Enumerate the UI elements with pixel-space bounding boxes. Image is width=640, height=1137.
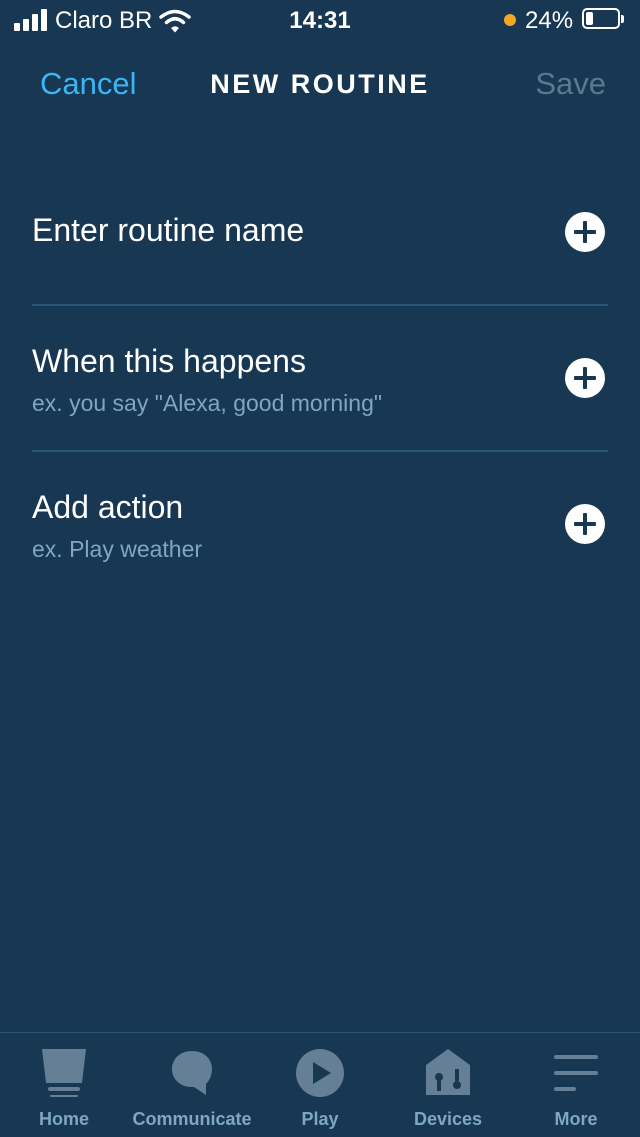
divider — [32, 304, 608, 306]
tab-communicate[interactable]: Communicate — [128, 1033, 256, 1137]
routine-name-row[interactable]: Enter routine name — [32, 212, 608, 272]
tab-devices[interactable]: Devices — [384, 1033, 512, 1137]
tab-home[interactable]: Home — [0, 1033, 128, 1137]
tab-play[interactable]: Play — [256, 1033, 384, 1137]
play-icon — [296, 1049, 344, 1097]
tab-label: Communicate — [132, 1109, 252, 1129]
devices-house-icon — [426, 1049, 470, 1095]
menu-icon — [554, 1055, 598, 1091]
tab-more[interactable]: More — [512, 1033, 640, 1137]
save-button[interactable]: Save — [535, 66, 606, 102]
plus-circle-icon[interactable] — [565, 504, 605, 544]
home-icon — [42, 1049, 86, 1097]
trigger-title: When this happens — [32, 343, 306, 379]
tab-label: Home — [38, 1109, 89, 1129]
plus-circle-icon[interactable] — [565, 358, 605, 398]
routine-name-label: Enter routine name — [32, 212, 305, 248]
battery-percent: 24% — [525, 7, 574, 34]
status-bar: Claro BR 14:31 24% — [0, 0, 640, 40]
tab-label: Devices — [413, 1109, 483, 1129]
chat-bubble-icon — [172, 1051, 212, 1095]
tab-bar: Home Communicate Play Devices More — [0, 1032, 640, 1137]
tab-label: More — [554, 1109, 598, 1129]
action-row[interactable]: Add action ex. Play weather — [32, 489, 608, 569]
orange-dot — [504, 14, 516, 26]
divider — [32, 450, 608, 452]
trigger-subtitle: ex. you say "Alexa, good morning" — [32, 390, 383, 416]
trigger-row[interactable]: When this happens ex. you say "Alexa, go… — [32, 343, 608, 423]
action-title: Add action — [32, 489, 184, 525]
battery-icon — [582, 8, 624, 29]
action-subtitle: ex. Play weather — [32, 536, 203, 562]
tab-label: Play — [301, 1109, 339, 1129]
plus-circle-icon[interactable] — [565, 212, 605, 252]
